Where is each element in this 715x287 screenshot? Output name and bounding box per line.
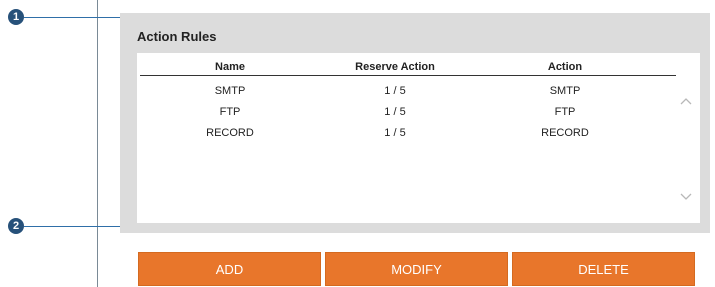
table-row[interactable]: RECORD 1 / 5 RECORD [140,127,676,147]
action-rules-table: Name Reserve Action Action SMTP 1 / 5 SM… [137,53,700,223]
guide-line [97,0,98,287]
row-reserve-action: 1 / 5 [384,85,406,97]
row-name: FTP [219,106,241,118]
row-name: RECORD [206,127,254,139]
row-action: SMTP [549,85,581,97]
column-name-header: Name [215,61,245,73]
delete-button[interactable]: DELETE [512,252,695,286]
column-action-header: Action [547,61,583,73]
row-name: SMTP [214,85,246,97]
row-action: RECORD [541,127,589,139]
add-button[interactable]: ADD [138,252,321,286]
column-reserve-action-header: Reserve Action [355,61,435,73]
row-reserve-action: 1 / 5 [384,127,406,139]
callout-1: 1 [8,9,24,25]
row-action: FTP [554,106,576,118]
modify-button[interactable]: MODIFY [325,252,508,286]
table-row[interactable]: SMTP 1 / 5 SMTP [140,85,676,105]
table-row[interactable]: FTP 1 / 5 FTP [140,106,676,126]
action-rules-panel: Action Rules Name Reserve Action Action … [120,13,710,233]
table-header: Name Reserve Action Action [140,53,676,76]
callout-2: 2 [8,218,24,234]
chevron-up-icon[interactable] [678,95,694,109]
chevron-down-icon[interactable] [678,191,694,205]
callout-1-leader [24,17,122,18]
panel-title: Action Rules [137,29,217,44]
row-reserve-action: 1 / 5 [384,106,406,118]
